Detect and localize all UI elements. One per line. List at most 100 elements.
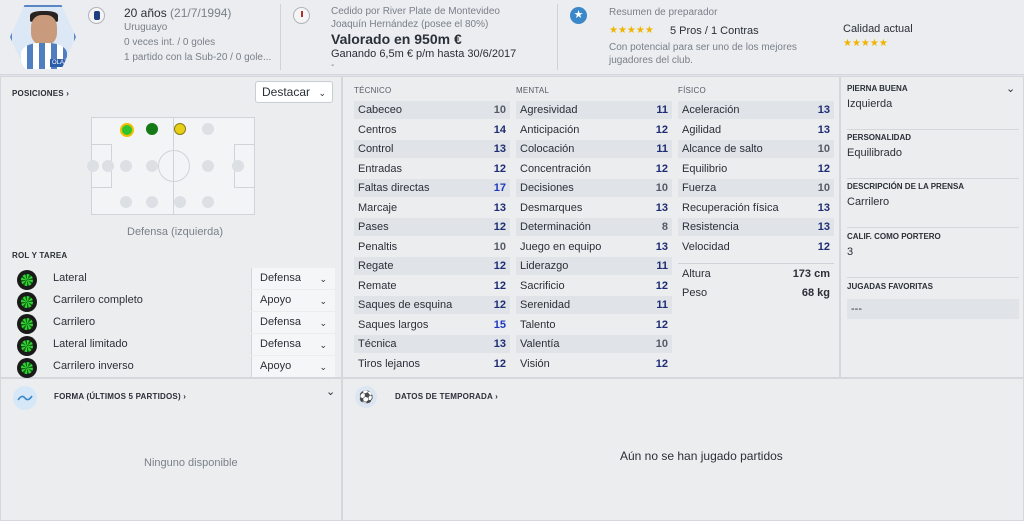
attribute-row[interactable]: Talento 12 <box>516 316 672 334</box>
attribute-value: 12 <box>493 260 506 272</box>
attribute-row[interactable]: Agilidad 13 <box>678 121 834 139</box>
duty-label: Defensa <box>260 272 301 284</box>
coach-note: Con potencial para ser uno de los mejore… <box>609 42 797 53</box>
pros-cons[interactable]: 5 Pros / 1 Contras <box>670 25 759 37</box>
duty-select[interactable]: Defensa ⌄ <box>251 268 335 289</box>
attribute-name: Recuperación física <box>682 201 779 214</box>
attribute-row[interactable]: Recuperación física 13 <box>678 199 834 217</box>
attribute-row[interactable]: Regate 12 <box>354 257 510 275</box>
attribute-row[interactable]: Colocación 11 <box>516 140 672 158</box>
attribute-row[interactable]: Equilibrio 12 <box>678 160 834 178</box>
player-face <box>31 15 57 45</box>
attribute-row[interactable]: Cabeceo 10 <box>354 101 510 119</box>
attribute-row[interactable]: Aceleración 13 <box>678 101 834 119</box>
attribute-row[interactable]: Concentración 12 <box>516 160 672 178</box>
pitch-position-dot <box>202 123 214 135</box>
attribute-value: 12 <box>817 240 830 253</box>
player-name-tag: OLAZA <box>50 59 74 67</box>
pitch-position-dot <box>174 196 186 208</box>
role-name: Carrilero inverso <box>53 360 134 372</box>
chevron-down-icon: ⌄ <box>318 88 326 98</box>
attribute-row[interactable]: Entradas 12 <box>354 160 510 178</box>
attribute-row[interactable]: Centros 14 <box>354 121 510 139</box>
attribute-row[interactable]: Faltas directas 17 <box>354 179 510 197</box>
chevron-down-icon: ⌄ <box>319 318 327 328</box>
pitch-position-dot <box>232 160 244 172</box>
attribute-row[interactable]: Determinación 8 <box>516 218 672 236</box>
attribute-row[interactable]: Visión 12 <box>516 355 672 373</box>
favorite-moves-label: JUGADAS FAVORITAS <box>847 282 933 291</box>
attribute-row[interactable]: Remate 12 <box>354 277 510 295</box>
attribute-name: Aceleración <box>682 104 740 116</box>
duty-select[interactable]: Apoyo ⌄ <box>251 290 335 311</box>
duty-select[interactable]: Defensa ⌄ <box>251 334 335 355</box>
attribute-value: 12 <box>493 279 506 292</box>
attribute-value: 12 <box>655 123 668 136</box>
attribute-row[interactable]: Juego en equipo 13 <box>516 238 672 256</box>
role-row[interactable]: Carrilero completo Apoyo ⌄ <box>15 290 335 312</box>
attribute-row[interactable]: Serenidad 11 <box>516 296 672 314</box>
attribute-row[interactable]: Velocidad 12 <box>678 238 834 256</box>
tecnico-title: TÉCNICO <box>354 86 392 95</box>
attribute-name: Velocidad <box>682 240 730 253</box>
chevron-down-icon: ⌄ <box>319 362 327 372</box>
preferred-foot: PIERNA BUENA Izquierda <box>847 84 1019 130</box>
attribute-row[interactable]: Resistencia 13 <box>678 218 834 236</box>
attribute-row[interactable]: Marcaje 13 <box>354 199 510 217</box>
roles-title: ROL Y TAREA <box>12 251 68 260</box>
attribute-name: Pases <box>358 221 389 233</box>
player-wage: Ganando 6,5m € p/m hasta 30/6/2017 <box>331 48 517 60</box>
header-divider <box>557 4 558 70</box>
attribute-row[interactable]: Alcance de salto 10 <box>678 140 834 158</box>
club-badge-icon[interactable] <box>88 7 105 24</box>
attribute-row[interactable]: Técnica 13 <box>354 335 510 353</box>
attribute-row[interactable]: Desmarques 13 <box>516 199 672 217</box>
role-row[interactable]: Lateral Defensa ⌄ <box>15 268 335 290</box>
attribute-row[interactable]: Penaltis 10 <box>354 238 510 256</box>
attribute-name: Concentración <box>520 162 591 175</box>
position-pitch <box>87 117 255 215</box>
positions-title[interactable]: POSICIONES › <box>12 89 69 98</box>
attributes-divider <box>678 263 834 264</box>
attribute-row[interactable]: Anticipación 12 <box>516 121 672 139</box>
player-avatar[interactable]: OLAZA <box>10 5 76 69</box>
height-row: Altura 173 cm <box>678 265 834 283</box>
duty-select[interactable]: Defensa ⌄ <box>251 312 335 333</box>
attribute-row[interactable]: Agresividad 11 <box>516 101 672 119</box>
current-ability-stars: ★★★★★ <box>843 38 888 49</box>
attribute-value: 12 <box>655 357 668 370</box>
attribute-row[interactable]: Valentía 10 <box>516 335 672 353</box>
form-title[interactable]: FORMA (ÚLTIMOS 5 PARTIDOS) › <box>54 392 186 401</box>
pitch-position-dot <box>120 160 132 172</box>
header-dash: - <box>331 60 335 71</box>
chevron-down-icon[interactable]: ⌄ <box>326 385 335 398</box>
duty-select[interactable]: Apoyo ⌄ <box>251 356 335 377</box>
attribute-row[interactable]: Saques largos 15 <box>354 316 510 334</box>
attribute-row[interactable]: Decisiones 10 <box>516 179 672 197</box>
press-description-value: Carrilero <box>847 196 890 208</box>
attribute-name: Saques de esquina <box>358 299 453 311</box>
attribute-name: Alcance de salto <box>682 143 763 155</box>
season-title[interactable]: DATOS DE TEMPORADA › <box>395 392 498 401</box>
attribute-value: 17 <box>493 182 506 194</box>
attribute-row[interactable]: Sacrificio 12 <box>516 277 672 295</box>
attribute-row[interactable]: Liderazgo 11 <box>516 257 672 275</box>
role-row[interactable]: Carrilero inverso Apoyo ⌄ <box>15 356 335 378</box>
attribute-name: Remate <box>358 279 397 292</box>
attribute-name: Determinación <box>520 221 591 233</box>
weight-row: Peso 68 kg <box>678 284 834 302</box>
highlight-dropdown[interactable]: Destacar ⌄ <box>255 81 333 103</box>
attribute-row[interactable]: Control 13 <box>354 140 510 158</box>
coach-report-icon: ★ <box>570 7 587 24</box>
attribute-value: 12 <box>655 279 668 292</box>
attribute-name: Técnica <box>358 338 397 350</box>
attribute-row[interactable]: Tiros lejanos 12 <box>354 355 510 373</box>
personality-value: Equilibrado <box>847 147 903 159</box>
attribute-row[interactable]: Pases 12 <box>354 218 510 236</box>
attribute-value: 13 <box>493 201 506 214</box>
role-row[interactable]: Lateral limitado Defensa ⌄ <box>15 334 335 356</box>
press-description-label: DESCRIPCIÓN DE LA PRENSA <box>847 182 965 191</box>
attribute-row[interactable]: Saques de esquina 12 <box>354 296 510 314</box>
attribute-row[interactable]: Fuerza 10 <box>678 179 834 197</box>
role-row[interactable]: Carrilero Defensa ⌄ <box>15 312 335 334</box>
